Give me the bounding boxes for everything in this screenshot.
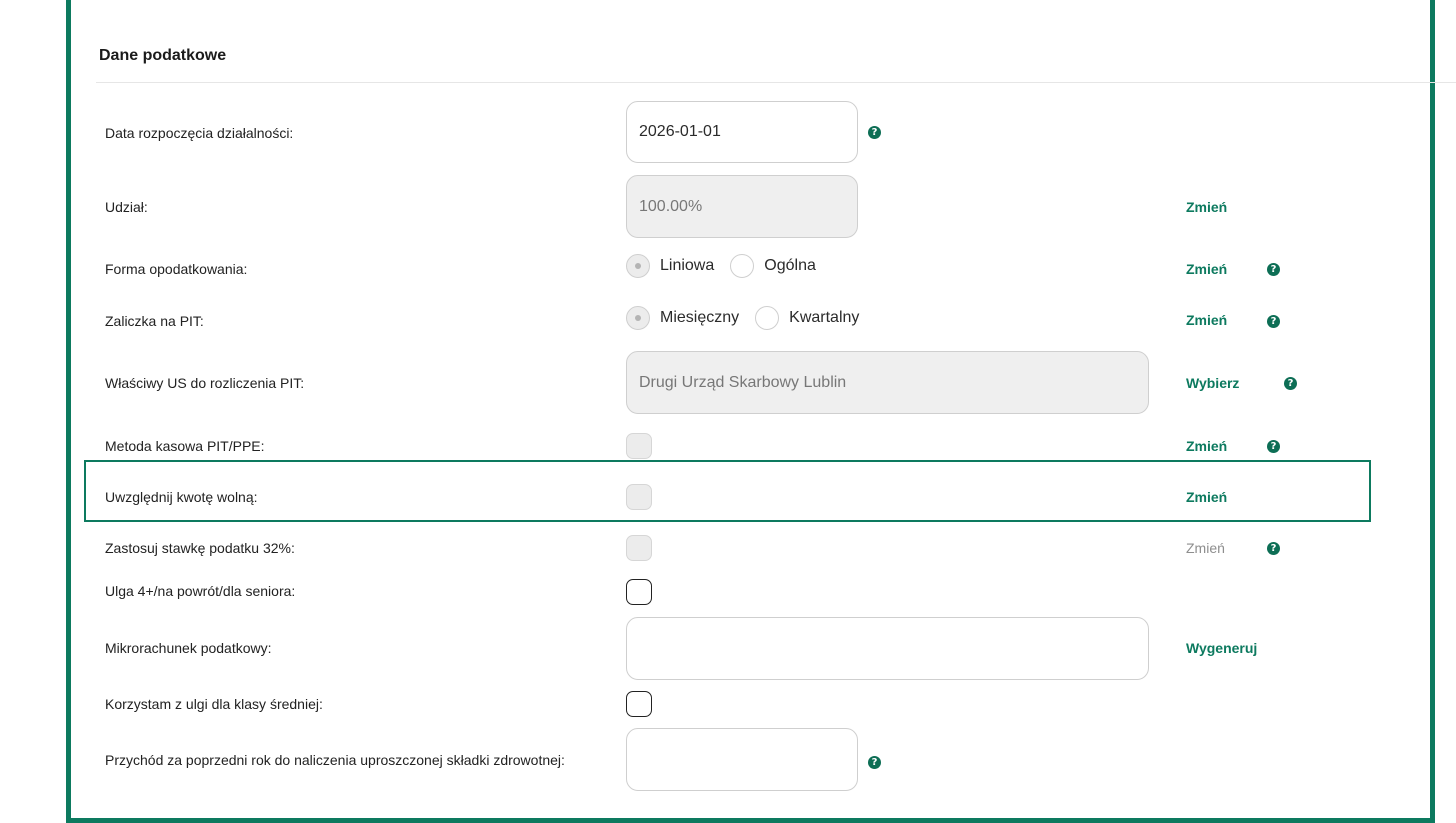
cash-method-checkbox: [626, 433, 652, 459]
pit-advance-help-icon[interactable]: ?: [1267, 315, 1280, 328]
tax-free-amount-label: Uwzględnij kwotę wolną:: [105, 489, 258, 505]
micro-account-label: Mikrorachunek podatkowy:: [105, 640, 272, 656]
taxation-form-radio-linear[interactable]: [626, 254, 650, 278]
middle-class-relief-checkbox[interactable]: [626, 691, 652, 717]
taxation-form-label: Forma opodatkowania:: [105, 261, 248, 277]
tax-office-select-link[interactable]: Wybierz: [1186, 375, 1239, 391]
previous-year-revenue-input[interactable]: [626, 728, 858, 791]
share-label: Udział:: [105, 199, 148, 215]
micro-account-generate-link[interactable]: Wygeneruj: [1186, 640, 1257, 656]
share-input: 100.00%: [626, 175, 858, 238]
pit-advance-change-link[interactable]: Zmień: [1186, 312, 1227, 328]
previous-year-revenue-label: Przychód za poprzedni rok do naliczenia …: [105, 752, 565, 768]
taxation-form-change-link[interactable]: Zmień: [1186, 261, 1227, 277]
taxation-form-help-icon[interactable]: ?: [1267, 263, 1280, 276]
micro-account-input[interactable]: [626, 617, 1149, 680]
rate-32-change-link[interactable]: Zmień: [1186, 540, 1225, 556]
taxation-form-option-general: Ogólna: [764, 257, 816, 274]
relief-4plus-label: Ulga 4+/na powrót/dla seniora:: [105, 583, 296, 599]
pit-advance-radio-monthly[interactable]: [626, 306, 650, 330]
taxation-form-radio-general[interactable]: [730, 254, 755, 278]
rate-32-checkbox: [626, 535, 652, 561]
cash-method-change-link[interactable]: Zmień: [1186, 438, 1227, 454]
start-date-input[interactable]: 2026-01-01: [626, 101, 858, 163]
cash-method-label: Metoda kasowa PIT/PPE:: [105, 438, 265, 454]
cash-method-help-icon[interactable]: ?: [1267, 440, 1280, 453]
pit-advance-radio-group: Miesięczny Kwartalny: [626, 306, 875, 330]
pit-advance-option-monthly: Miesięczny: [660, 309, 740, 326]
section-title: Dane podatkowe: [99, 47, 227, 64]
taxation-form-option-linear: Liniowa: [660, 257, 715, 274]
tax-office-input: Drugi Urząd Skarbowy Lublin: [626, 351, 1149, 414]
taxation-form-radio-group: Liniowa Ogólna: [626, 254, 832, 278]
highlighted-row-frame: [84, 460, 1371, 522]
pit-advance-radio-quarterly[interactable]: [755, 306, 780, 330]
middle-class-relief-label: Korzystam z ulgi dla klasy średniej:: [105, 696, 323, 712]
pit-advance-option-quarterly: Kwartalny: [789, 309, 860, 326]
tax-office-label: Właściwy US do rozliczenia PIT:: [105, 375, 305, 391]
pit-advance-label: Zaliczka na PIT:: [105, 313, 204, 329]
previous-year-revenue-help-icon[interactable]: ?: [868, 756, 881, 769]
section-divider: [96, 82, 1456, 83]
start-date-label: Data rozpoczęcia działalności:: [105, 125, 294, 141]
rate-32-label: Zastosuj stawkę podatku 32%:: [105, 540, 295, 556]
relief-4plus-checkbox[interactable]: [626, 579, 652, 605]
share-change-link[interactable]: Zmień: [1186, 199, 1227, 215]
tax-office-help-icon[interactable]: ?: [1284, 377, 1297, 390]
rate-32-help-icon[interactable]: ?: [1267, 542, 1280, 555]
start-date-help-icon[interactable]: ?: [868, 126, 881, 139]
tax-free-amount-checkbox: [626, 484, 652, 510]
tax-free-amount-change-link[interactable]: Zmień: [1186, 489, 1227, 505]
